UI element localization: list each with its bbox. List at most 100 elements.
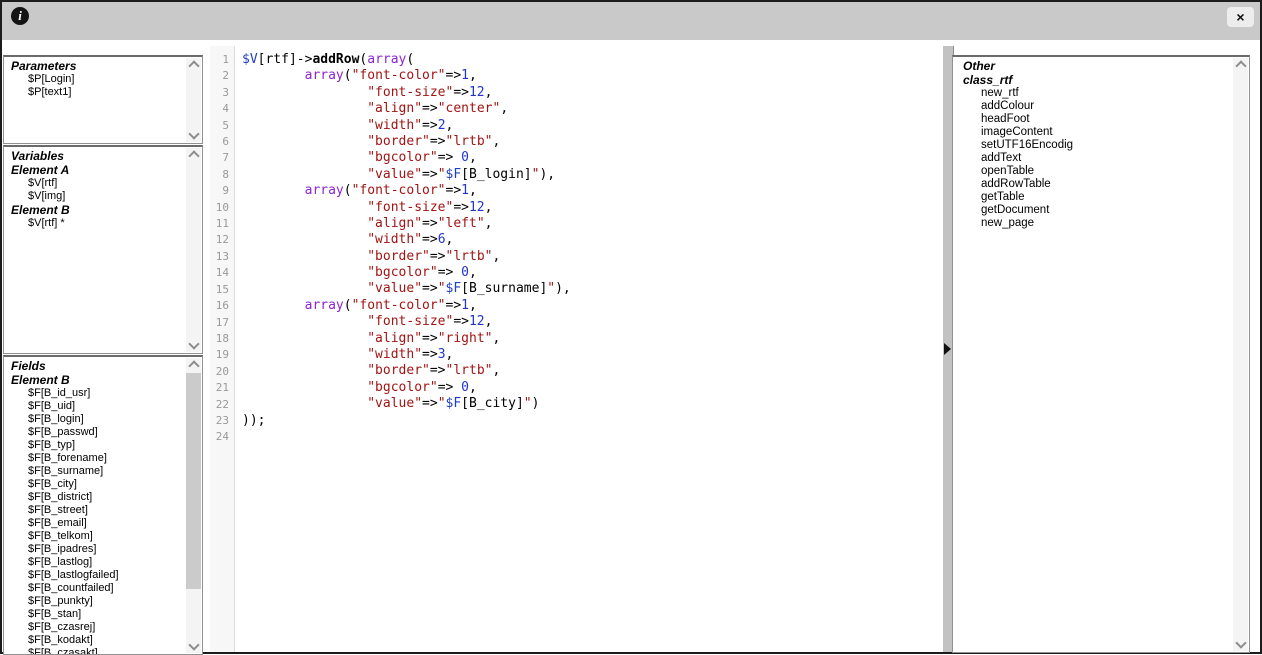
parameters-scrollbar[interactable] <box>186 58 201 142</box>
method-item[interactable]: addText <box>953 152 1232 165</box>
code-token-p: ) <box>532 396 540 411</box>
code-token-n: 12 <box>469 314 485 329</box>
fields-panel: Fields Element B$F[B_id_usr]$F[B_uid]$F[… <box>3 355 203 655</box>
code-token-s: "font-color" <box>352 68 446 83</box>
variable-item[interactable]: $V[img] <box>4 190 185 203</box>
library-scrollbar[interactable] <box>1233 58 1248 651</box>
field-item[interactable]: $F[B_typ] <box>4 439 185 452</box>
field-item[interactable]: $F[B_passwd] <box>4 426 185 439</box>
scroll-up-icon[interactable] <box>186 58 201 72</box>
field-item[interactable]: $F[B_countfailed] <box>4 582 185 595</box>
field-item[interactable]: $F[B_uid] <box>4 400 185 413</box>
method-item[interactable]: addColour <box>953 100 1232 113</box>
field-item[interactable]: $F[B_city] <box>4 478 185 491</box>
method-item[interactable]: getTable <box>953 191 1232 204</box>
line-number: 3 <box>210 85 234 101</box>
info-icon[interactable]: i <box>11 7 29 25</box>
code-token-s: "font-size" <box>367 85 453 100</box>
code-token-p <box>242 265 367 280</box>
field-item[interactable]: $F[B_login] <box>4 413 185 426</box>
scroll-up-icon[interactable] <box>186 358 201 372</box>
code-token-p: => <box>422 101 438 116</box>
close-button[interactable]: × <box>1227 7 1254 27</box>
code-token-s: "value" <box>367 281 422 296</box>
field-item[interactable]: $F[B_ipadres] <box>4 543 185 556</box>
method-item[interactable]: new_page <box>953 217 1232 230</box>
code-token-s: "border" <box>367 249 430 264</box>
code-area[interactable]: $V[rtf]->addRow(array( array("font-color… <box>235 46 943 652</box>
code-token-p: ( <box>406 52 414 67</box>
field-item[interactable]: $F[B_czasakt] <box>4 647 185 654</box>
field-item[interactable]: $F[B_street] <box>4 504 185 517</box>
fields-scrollbar[interactable] <box>186 358 201 653</box>
field-item[interactable]: $F[B_email] <box>4 517 185 530</box>
field-item[interactable]: $F[B_surname] <box>4 465 185 478</box>
method-item[interactable]: openTable <box>953 165 1232 178</box>
field-item[interactable]: $F[B_id_usr] <box>4 387 185 400</box>
field-item[interactable]: $F[B_czasrej] <box>4 621 185 634</box>
code-token-p: => <box>422 167 438 182</box>
code-token-s: "border" <box>367 363 430 378</box>
collapse-right-icon[interactable] <box>944 343 951 355</box>
library-list-container: Other class_rtf new_rtfaddColourheadFoot… <box>953 57 1232 652</box>
code-line <box>242 429 943 445</box>
code-token-p: , <box>492 249 500 264</box>
field-item[interactable]: $F[B_stan] <box>4 608 185 621</box>
parameters-panel: Parameters $P[Login]$P[text1] <box>3 55 203 144</box>
line-number: 16 <box>210 298 234 314</box>
parameter-item[interactable]: $P[text1] <box>4 86 185 99</box>
line-number: 12 <box>210 232 234 248</box>
variables-panel-title: Variables <box>4 149 185 163</box>
method-item[interactable]: addRowTable <box>953 178 1232 191</box>
variable-item[interactable]: $V[rtf] <box>4 177 185 190</box>
variable-item[interactable]: $V[rtf] * <box>4 217 185 230</box>
method-item[interactable]: imageContent <box>953 126 1232 139</box>
code-token-p: , <box>469 183 477 198</box>
line-number: 24 <box>210 429 234 445</box>
code-token-p <box>242 232 367 247</box>
code-token-p: , <box>485 216 493 231</box>
code-token-s: "font-color" <box>352 298 446 313</box>
top-toolbar: i × <box>2 2 1260 40</box>
variables-scrollbar[interactable] <box>186 148 201 352</box>
scroll-down-icon[interactable] <box>186 338 201 352</box>
field-item[interactable]: $F[B_district] <box>4 491 185 504</box>
code-token-n: 12 <box>469 200 485 215</box>
scroll-up-icon[interactable] <box>1233 58 1248 72</box>
scroll-down-icon[interactable] <box>186 128 201 142</box>
field-item[interactable]: $F[B_lastlogfailed] <box>4 569 185 582</box>
code-line: "align"=>"right", <box>242 331 943 347</box>
code-token-p <box>242 200 367 215</box>
field-item[interactable]: $F[B_lastlog] <box>4 556 185 569</box>
line-number: 11 <box>210 216 234 232</box>
method-item[interactable]: headFoot <box>953 113 1232 126</box>
group-label: Element B <box>4 203 185 217</box>
code-token-s: "width" <box>367 347 422 362</box>
field-item[interactable]: $F[B_punkty] <box>4 595 185 608</box>
code-line: "value"=>"$F[B_city]") <box>242 396 943 412</box>
scroll-down-icon[interactable] <box>186 639 201 653</box>
code-token-p: , <box>469 68 477 83</box>
field-item[interactable]: $F[B_forename] <box>4 452 185 465</box>
code-line: "align"=>"center", <box>242 101 943 117</box>
code-token-s: " <box>438 396 446 411</box>
code-token-p: , <box>485 314 493 329</box>
expression-editor-window: i × Parameters $P[Login]$P[text1] Variab… <box>0 0 1262 654</box>
method-item[interactable]: setUTF16Encodig <box>953 139 1232 152</box>
scrollbar-thumb[interactable] <box>186 373 201 589</box>
method-item[interactable]: new_rtf <box>953 87 1232 100</box>
field-item[interactable]: $F[B_kodakt] <box>4 634 185 647</box>
code-line: "width"=>6, <box>242 232 943 248</box>
variables-panel: Variables Element A$V[rtf]$V[img]Element… <box>3 145 203 354</box>
code-token-p: => <box>453 314 469 329</box>
parameter-item[interactable]: $P[Login] <box>4 73 185 86</box>
code-token-s: " <box>438 167 446 182</box>
field-item[interactable]: $F[B_telkom] <box>4 530 185 543</box>
code-token-p: ( <box>344 68 352 83</box>
scroll-down-icon[interactable] <box>1233 637 1248 651</box>
scroll-up-icon[interactable] <box>186 148 201 162</box>
code-line: "border"=>"lrtb", <box>242 134 943 150</box>
code-editor[interactable]: 123456789101112131415161718192021222324 … <box>210 46 943 652</box>
method-item[interactable]: getDocument <box>953 204 1232 217</box>
code-line: "font-size"=>12, <box>242 200 943 216</box>
